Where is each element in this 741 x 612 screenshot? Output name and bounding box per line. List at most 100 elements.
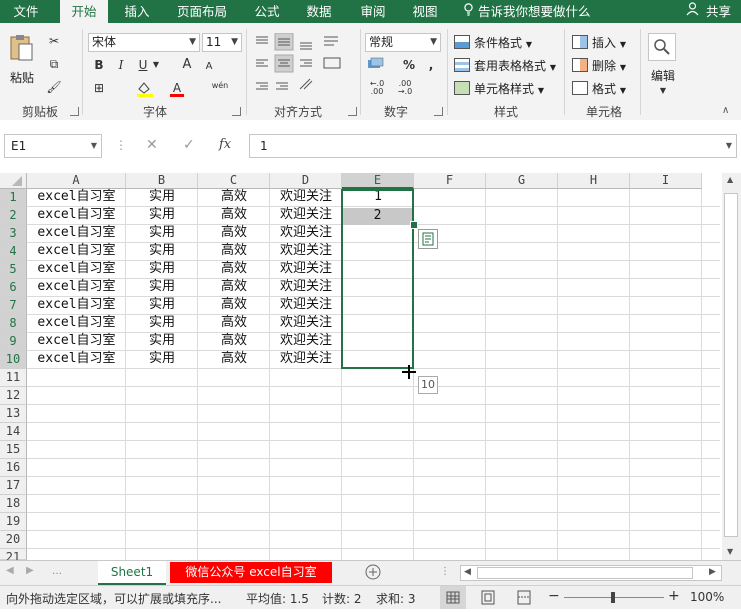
tab-home[interactable]: 开始	[60, 0, 108, 23]
font-size-combo[interactable]: 11 ▼	[202, 33, 242, 52]
row-header-14[interactable]: 14	[0, 423, 27, 441]
cell-a7[interactable]: excel自习室	[27, 296, 126, 314]
number-launcher-icon[interactable]	[434, 107, 443, 116]
new-sheet-button[interactable]	[364, 563, 382, 581]
clipboard-launcher-icon[interactable]	[70, 107, 79, 116]
sheet-tab-wechat[interactable]: 微信公众号 excel自习室	[170, 562, 332, 583]
row-header-19[interactable]: 19	[0, 513, 27, 531]
row-header-21[interactable]: 21	[0, 549, 27, 564]
sheet-tab-sheet1[interactable]: Sheet1	[98, 561, 166, 585]
cell-d8[interactable]: 欢迎关注	[270, 314, 342, 332]
scroll-down-icon[interactable]: ▼	[727, 547, 733, 556]
page-break-view-button[interactable]	[516, 590, 532, 608]
column-header-b[interactable]: B	[126, 173, 198, 189]
column-header-h[interactable]: H	[558, 173, 630, 189]
cell-c9[interactable]: 高效	[198, 332, 270, 350]
cell-b6[interactable]: 实用	[126, 278, 198, 296]
cell-a5[interactable]: excel自习室	[27, 260, 126, 278]
cell-b7[interactable]: 实用	[126, 296, 198, 314]
column-header-i[interactable]: I	[630, 173, 702, 189]
row-header-7[interactable]: 7	[0, 297, 27, 315]
cell-c3[interactable]: 高效	[198, 224, 270, 242]
zoom-level[interactable]: 100%	[690, 590, 724, 604]
font-name-combo[interactable]: 宋体 ▼	[88, 33, 200, 52]
cell-c7[interactable]: 高效	[198, 296, 270, 314]
page-layout-view-button[interactable]	[480, 590, 496, 608]
insert-cells-button[interactable]: 插入 ▼	[572, 34, 626, 51]
share-button[interactable]: 共享	[686, 0, 738, 23]
cell-d6[interactable]: 欢迎关注	[270, 278, 342, 296]
row-header-12[interactable]: 12	[0, 387, 27, 405]
percent-button[interactable]: %	[402, 57, 416, 73]
column-header-a[interactable]: A	[27, 173, 126, 189]
cell-a6[interactable]: excel自习室	[27, 278, 126, 296]
horizontal-scrollbar[interactable]: ◀ ▶	[460, 565, 722, 581]
row-header-9[interactable]: 9	[0, 333, 27, 351]
row-header-1[interactable]: 1	[0, 189, 27, 207]
cell-a10[interactable]: excel自习室	[27, 350, 126, 368]
cell-c2[interactable]: 高效	[198, 206, 270, 224]
tab-page-layout[interactable]: 页面布局	[168, 0, 236, 23]
cell-b3[interactable]: 实用	[126, 224, 198, 242]
italic-button[interactable]: I	[114, 57, 128, 73]
paste-button[interactable]	[8, 33, 34, 63]
cell-c1[interactable]: 高效	[198, 188, 270, 206]
tab-formulas[interactable]: 公式	[244, 0, 290, 23]
scroll-up-icon[interactable]: ▲	[727, 175, 733, 184]
tab-review[interactable]: 审阅	[350, 0, 396, 23]
tab-file[interactable]: 文件	[0, 0, 52, 23]
copy-icon[interactable]: ⧉	[46, 56, 62, 72]
format-cells-button[interactable]: 格式 ▼	[572, 80, 626, 97]
row-header-17[interactable]: 17	[0, 477, 27, 495]
name-box[interactable]: E1 ▼	[4, 134, 102, 158]
bold-button[interactable]: B	[92, 57, 106, 73]
row-header-15[interactable]: 15	[0, 441, 27, 459]
cell-c10[interactable]: 高效	[198, 350, 270, 368]
chevron-down-icon[interactable]: ▼	[658, 83, 668, 99]
tell-me-box[interactable]: 告诉我你想要做什么	[464, 0, 604, 23]
grow-font-button[interactable]: A	[180, 57, 194, 73]
shrink-font-button[interactable]: A	[202, 59, 216, 75]
tab-split-handle-icon[interactable]: ⋮	[440, 566, 450, 577]
delete-cells-button[interactable]: 删除 ▼	[572, 57, 626, 74]
row-header-11[interactable]: 11	[0, 369, 27, 387]
alignment-launcher-icon[interactable]	[348, 107, 357, 116]
row-header-13[interactable]: 13	[0, 405, 27, 423]
cell-b1[interactable]: 实用	[126, 188, 198, 206]
border-icon[interactable]: ⊞	[92, 80, 106, 96]
column-header-g[interactable]: G	[486, 173, 558, 189]
more-sheets-left-icon[interactable]: …	[52, 566, 62, 577]
prev-sheet-icon[interactable]: ◀	[6, 565, 14, 576]
cell-b9[interactable]: 实用	[126, 332, 198, 350]
format-as-table-button[interactable]: 套用表格格式 ▼	[454, 57, 556, 74]
row-header-8[interactable]: 8	[0, 315, 27, 333]
column-header-d[interactable]: D	[270, 173, 342, 189]
cell-b4[interactable]: 实用	[126, 242, 198, 260]
cell-a3[interactable]: excel自习室	[27, 224, 126, 242]
cell-d9[interactable]: 欢迎关注	[270, 332, 342, 350]
cell-b2[interactable]: 实用	[126, 206, 198, 224]
cell-a9[interactable]: excel自习室	[27, 332, 126, 350]
increase-decimal-icon[interactable]: ←.0.00	[366, 80, 388, 96]
column-header-e[interactable]: E	[342, 173, 414, 189]
auto-fill-options-button[interactable]	[418, 229, 438, 249]
row-header-20[interactable]: 20	[0, 531, 27, 549]
cell-b8[interactable]: 实用	[126, 314, 198, 332]
chevron-down-icon[interactable]: ▼	[151, 57, 161, 73]
cancel-icon[interactable]: ✕	[146, 137, 158, 153]
font-color-button[interactable]: A	[168, 80, 186, 97]
zoom-slider-thumb[interactable]	[611, 592, 615, 603]
editing-button[interactable]	[648, 33, 676, 61]
zoom-in-button[interactable]: +	[668, 588, 680, 604]
fill-color-icon[interactable]	[136, 80, 154, 101]
column-header-f[interactable]: F	[414, 173, 486, 189]
row-header-16[interactable]: 16	[0, 459, 27, 477]
zoom-out-button[interactable]: −	[548, 588, 560, 604]
fill-handle[interactable]	[410, 221, 418, 229]
cell-c8[interactable]: 高效	[198, 314, 270, 332]
next-sheet-icon[interactable]: ▶	[26, 565, 34, 576]
row-header-3[interactable]: 3	[0, 225, 27, 243]
collapse-ribbon-icon[interactable]: ∧	[722, 105, 729, 116]
cell-c5[interactable]: 高效	[198, 260, 270, 278]
cell-d7[interactable]: 欢迎关注	[270, 296, 342, 314]
